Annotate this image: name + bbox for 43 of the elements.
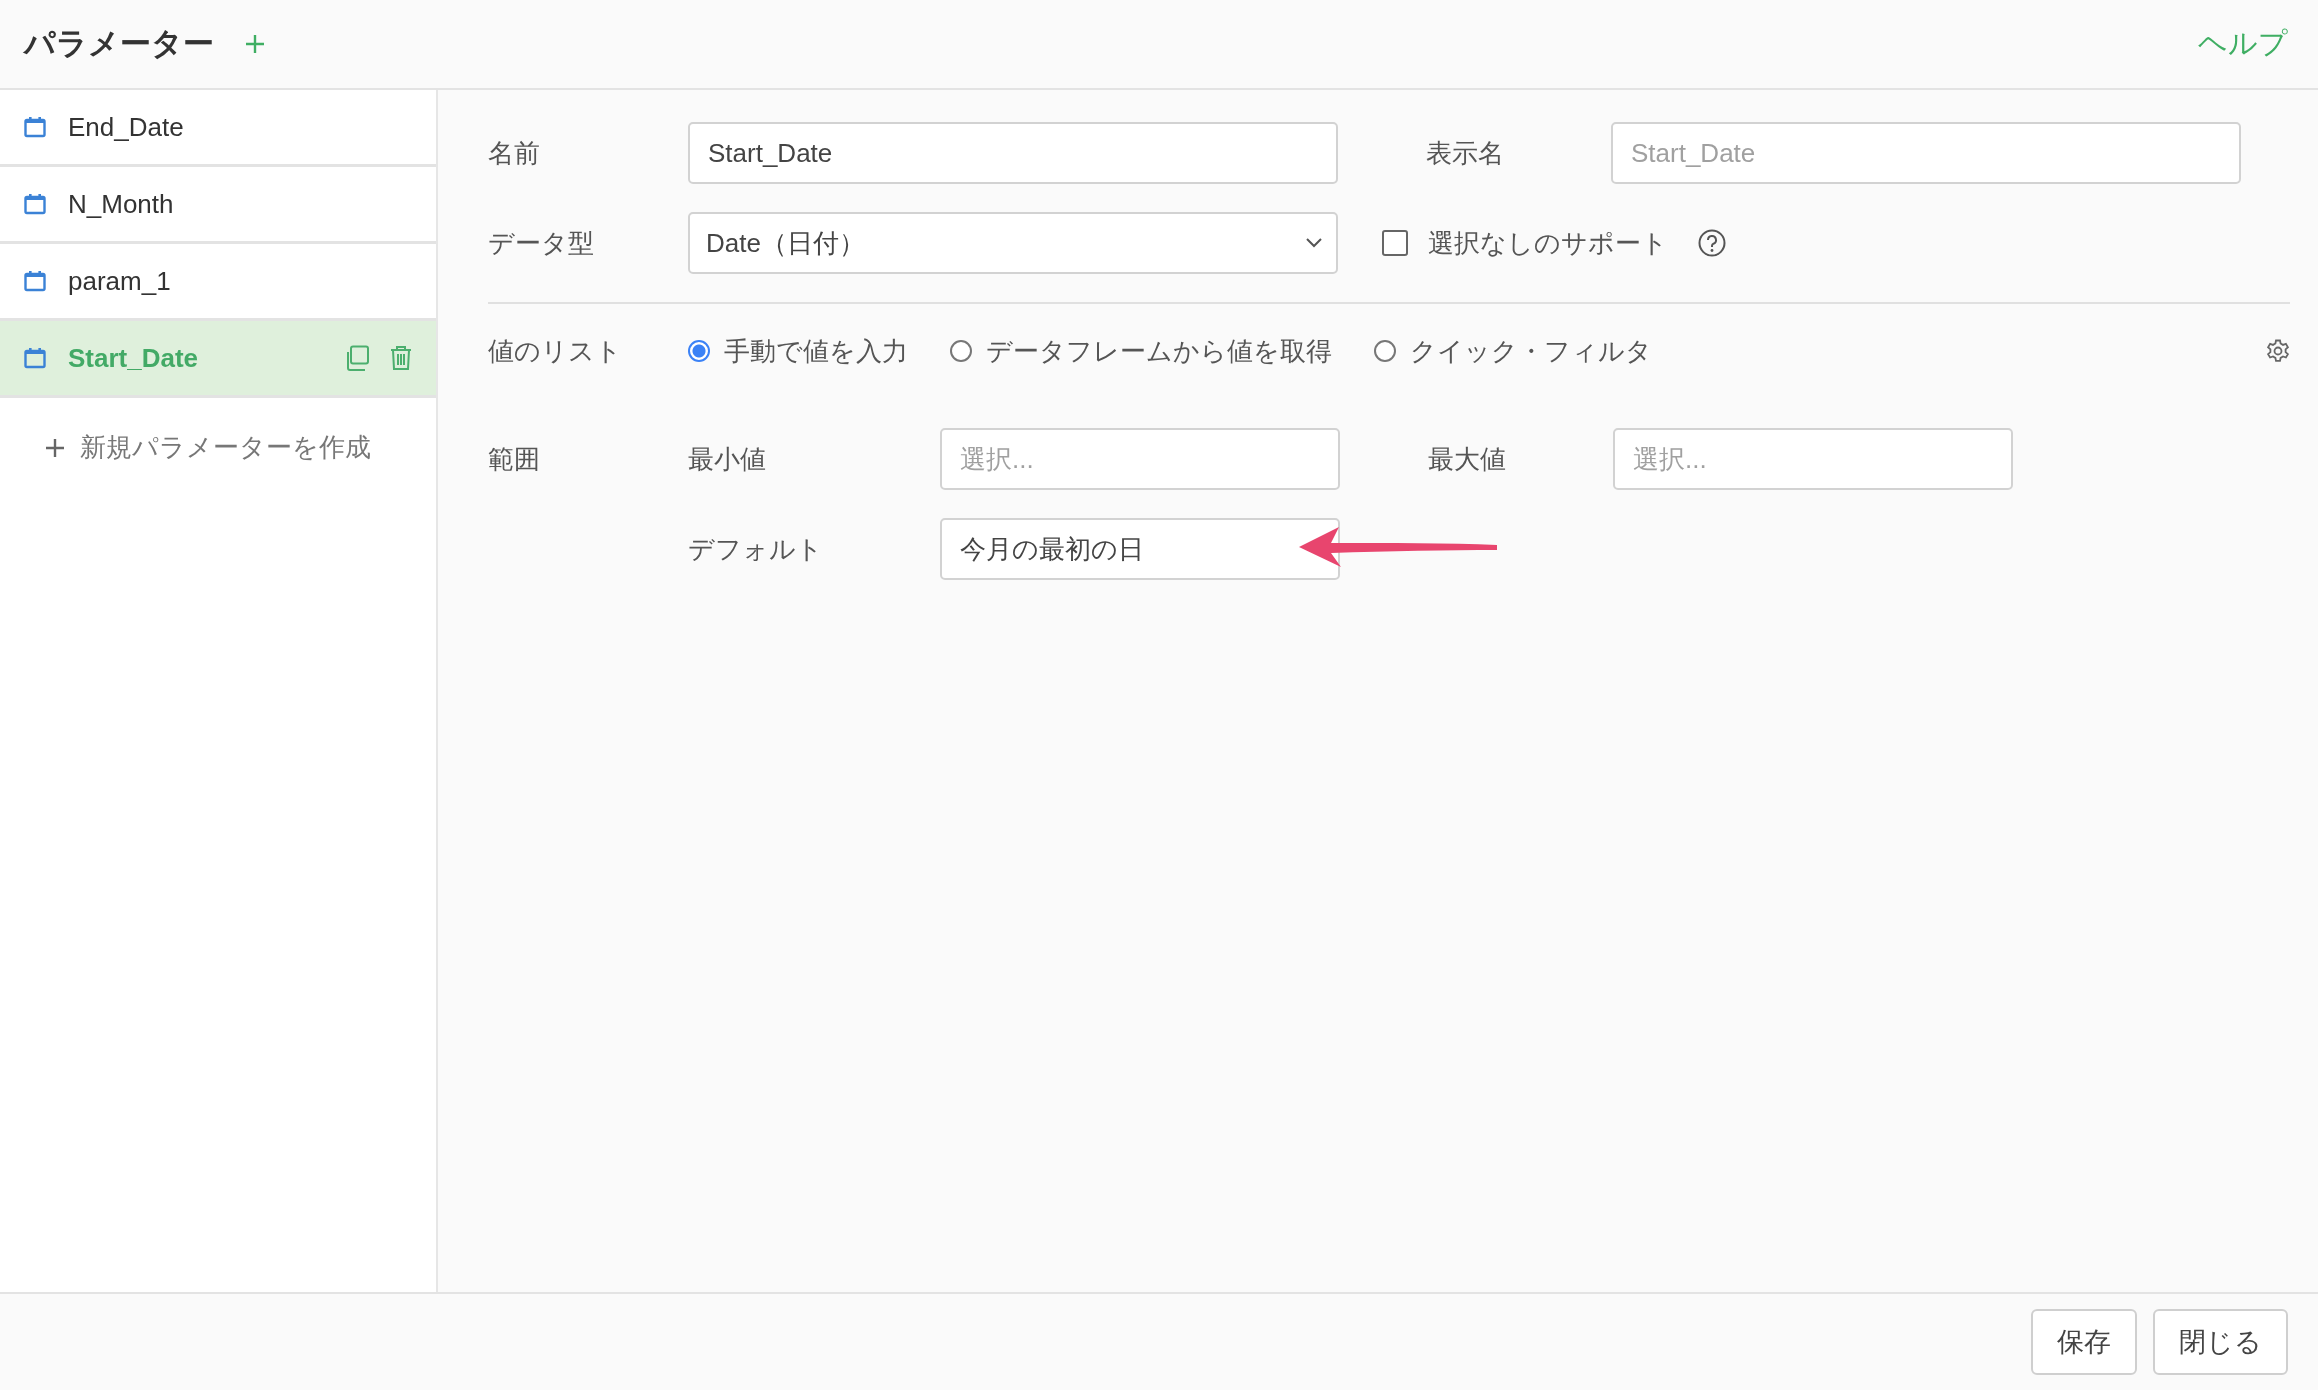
- settings-icon[interactable]: [2266, 339, 2290, 363]
- radio-option[interactable]: クイック・フィルタ: [1374, 333, 1652, 369]
- help-icon[interactable]: [1698, 229, 1726, 257]
- input-field[interactable]: 今月の最初の日: [940, 518, 1340, 580]
- footer-button[interactable]: 閉じる: [2153, 1309, 2288, 1375]
- item-label: N_Month: [68, 188, 174, 220]
- copy-icon[interactable]: [344, 345, 370, 371]
- item-label: End_Date: [68, 111, 184, 143]
- field-label: 表示名: [1426, 136, 1505, 170]
- plus-icon: [44, 436, 66, 459]
- create-parameter-link[interactable]: 新規パラメーターを作成: [0, 398, 436, 465]
- sidebar-item[interactable]: End_Date: [0, 90, 436, 167]
- calendar-icon: [24, 116, 46, 138]
- item-label: param_1: [68, 265, 171, 297]
- checkbox[interactable]: [1382, 230, 1408, 256]
- field-label: デフォルト: [688, 532, 824, 566]
- radio-button[interactable]: [950, 340, 972, 362]
- page-title: パラメーター: [24, 25, 214, 63]
- field-label: 最大値: [1428, 442, 1507, 476]
- chevron-down-icon: [1306, 238, 1322, 248]
- input-field[interactable]: 選択...: [1613, 428, 2013, 490]
- field-label: 名前: [488, 136, 541, 170]
- radio-option[interactable]: データフレームから値を取得: [950, 333, 1332, 369]
- dropdown[interactable]: Date（日付）: [688, 212, 1338, 274]
- radio-button[interactable]: [1374, 340, 1396, 362]
- checkbox-option[interactable]: 選択なしのサポート: [1382, 225, 1668, 261]
- radio-option[interactable]: 手動で値を入力: [688, 333, 908, 369]
- item-label: Start_Date: [68, 342, 199, 374]
- footer-button[interactable]: 保存: [2031, 1309, 2137, 1375]
- radio-button[interactable]: [688, 340, 710, 362]
- input-field[interactable]: Start_Date: [1611, 122, 2241, 184]
- field-label: 範囲: [488, 442, 541, 476]
- input-field[interactable]: 選択...: [940, 428, 1340, 490]
- sidebar-item[interactable]: N_Month: [0, 167, 436, 244]
- input-field[interactable]: Start_Date: [688, 122, 1338, 184]
- field-label: 最小値: [688, 442, 767, 476]
- calendar-icon: [24, 270, 46, 292]
- calendar-icon: [24, 347, 46, 369]
- trash-icon[interactable]: [390, 345, 412, 371]
- field-label: データ型: [488, 226, 595, 260]
- calendar-icon: [24, 193, 46, 215]
- plus-icon[interactable]: [244, 33, 266, 55]
- field-label: 値のリスト: [488, 334, 623, 368]
